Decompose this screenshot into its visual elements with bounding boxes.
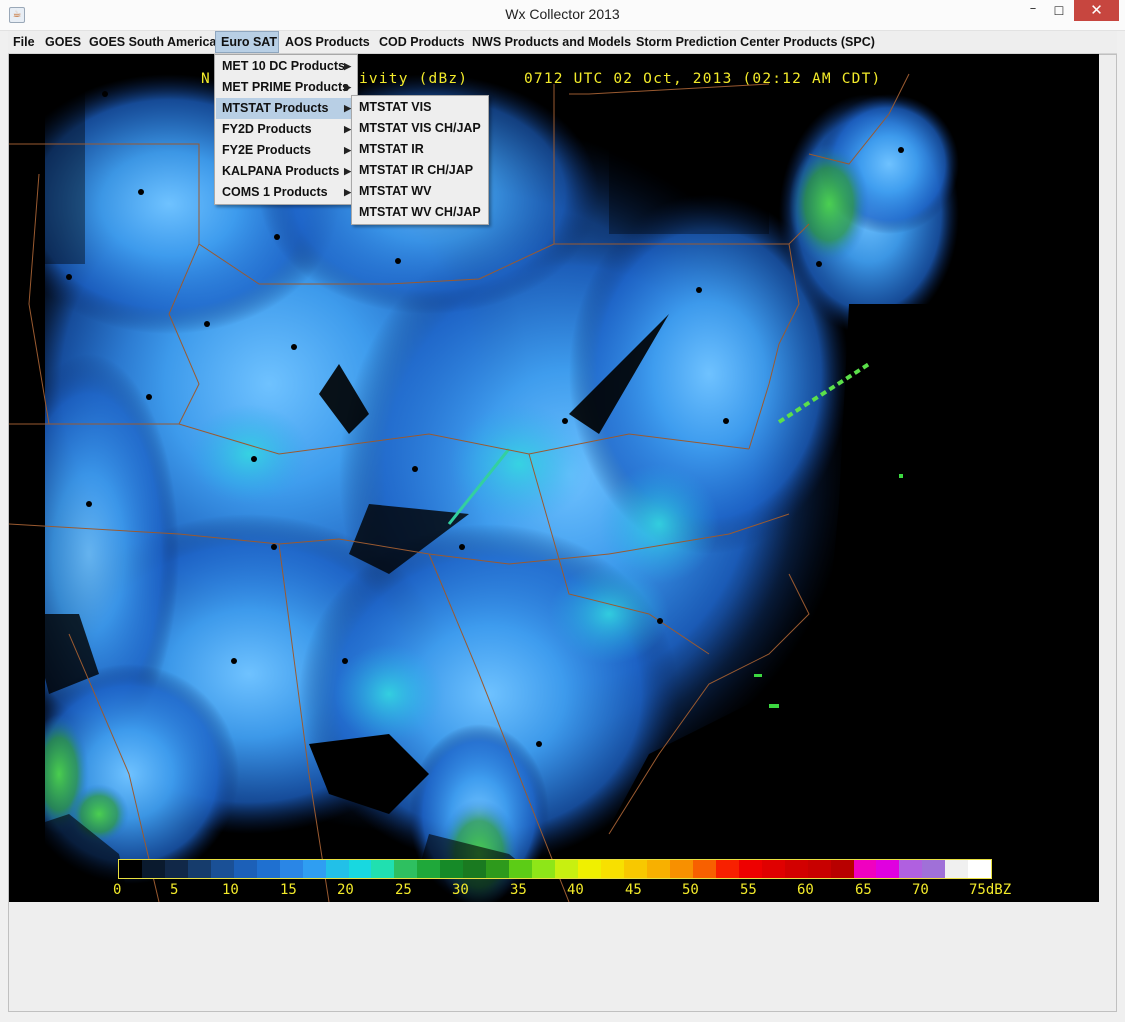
menu-item-fy2d[interactable]: FY2D Products ▶: [216, 119, 356, 140]
scale-label-40: 40: [567, 882, 584, 898]
scale-label-0: 0: [113, 882, 122, 898]
menu-item-label: MET 10 DC Products: [222, 59, 345, 73]
window-title: Wx Collector 2013: [505, 6, 620, 22]
close-button[interactable]: ✕: [1074, 0, 1119, 21]
scale-label-75-dbz: 75dBZ: [969, 882, 1012, 898]
scale-label-35: 35: [510, 882, 527, 898]
scale-label-10: 10: [222, 882, 239, 898]
menu-cod-products[interactable]: COD Products: [374, 31, 469, 53]
scale-label-15: 15: [280, 882, 297, 898]
scale-label-60: 60: [797, 882, 814, 898]
scale-label-25: 25: [395, 882, 412, 898]
menu-item-mtstat-wv[interactable]: MTSTAT WV: [353, 181, 487, 202]
menu-item-label: FY2D Products: [222, 122, 312, 136]
menu-item-label: KALPANA Products: [222, 164, 340, 178]
menu-spc-products[interactable]: Storm Prediction Center Products (SPC): [631, 31, 880, 53]
menu-aos-products[interactable]: AOS Products: [280, 31, 375, 53]
submenu-arrow-icon: ▶: [344, 166, 351, 176]
scale-label-55: 55: [740, 882, 757, 898]
menu-goes[interactable]: GOES: [40, 31, 86, 53]
menu-item-mtstat[interactable]: MTSTAT Products ▶: [216, 98, 356, 119]
radar-reflectivity-map: N ivity (dBz) 0712 UTC 02 Oct, 2013 (02:…: [9, 54, 1099, 902]
menu-item-kalpana[interactable]: KALPANA Products ▶: [216, 161, 356, 182]
maximize-button[interactable]: ☐: [1046, 0, 1072, 21]
scale-label-45: 45: [625, 882, 642, 898]
menu-item-mtstat-ir-ch-jap[interactable]: MTSTAT IR CH/JAP: [353, 160, 487, 181]
menu-item-label: MTSTAT Products: [222, 101, 329, 115]
scale-label-30: 30: [452, 882, 469, 898]
menu-item-label: COMS 1 Products: [222, 185, 328, 199]
menu-file[interactable]: File: [8, 31, 40, 53]
minimize-button[interactable]: –: [1020, 0, 1046, 21]
menu-item-mtstat-ir[interactable]: MTSTAT IR: [353, 139, 487, 160]
scale-label-70: 70: [912, 882, 929, 898]
submenu-arrow-icon: ▶: [344, 187, 351, 197]
euro-sat-dropdown: MET 10 DC Products ▶ MET PRIME Products …: [214, 54, 358, 205]
mtstat-submenu: MTSTAT VIS MTSTAT VIS CH/JAP MTSTAT IR M…: [351, 95, 489, 225]
menu-item-coms1[interactable]: COMS 1 Products ▶: [216, 182, 356, 203]
submenu-arrow-icon: ▶: [344, 124, 351, 134]
menu-item-mtstat-vis-ch-jap[interactable]: MTSTAT VIS CH/JAP: [353, 118, 487, 139]
menu-euro-sat[interactable]: Euro SAT: [215, 31, 279, 53]
app-window: ☕ Wx Collector 2013 – ☐ ✕ File GOES GOES…: [0, 0, 1125, 1022]
dbz-color-scale: [118, 859, 992, 879]
menu-goes-south-america[interactable]: GOES South America: [84, 31, 221, 53]
menu-item-label: FY2E Products: [222, 143, 311, 157]
submenu-arrow-icon: ▶: [344, 103, 351, 113]
menu-nws-products[interactable]: NWS Products and Models: [467, 31, 636, 53]
header-product-suffix: ivity (dBz): [359, 71, 469, 87]
menu-item-met-prime[interactable]: MET PRIME Products ▶: [216, 77, 356, 98]
header-product-prefix: N: [201, 71, 211, 87]
submenu-arrow-icon: ▶: [344, 61, 351, 71]
title-bar[interactable]: ☕ Wx Collector 2013 – ☐ ✕: [0, 0, 1125, 31]
menu-item-label: MET PRIME Products: [222, 80, 350, 94]
menu-bar: File GOES GOES South America Euro SAT AO…: [8, 31, 1117, 54]
menu-item-mtstat-vis[interactable]: MTSTAT VIS: [353, 97, 487, 118]
scale-label-5: 5: [170, 882, 179, 898]
menu-item-fy2e[interactable]: FY2E Products ▶: [216, 140, 356, 161]
menu-item-met10-dc[interactable]: MET 10 DC Products ▶: [216, 56, 356, 77]
scale-label-20: 20: [337, 882, 354, 898]
submenu-arrow-icon: ▶: [344, 145, 351, 155]
scale-label-65: 65: [855, 882, 872, 898]
submenu-arrow-icon: ▶: [344, 82, 351, 92]
header-timestamp: 0712 UTC 02 Oct, 2013 (02:12 AM CDT): [524, 71, 882, 87]
menu-item-mtstat-wv-ch-jap[interactable]: MTSTAT WV CH/JAP: [353, 202, 487, 223]
radar-map-graphic: [9, 54, 1099, 902]
scale-label-50: 50: [682, 882, 699, 898]
